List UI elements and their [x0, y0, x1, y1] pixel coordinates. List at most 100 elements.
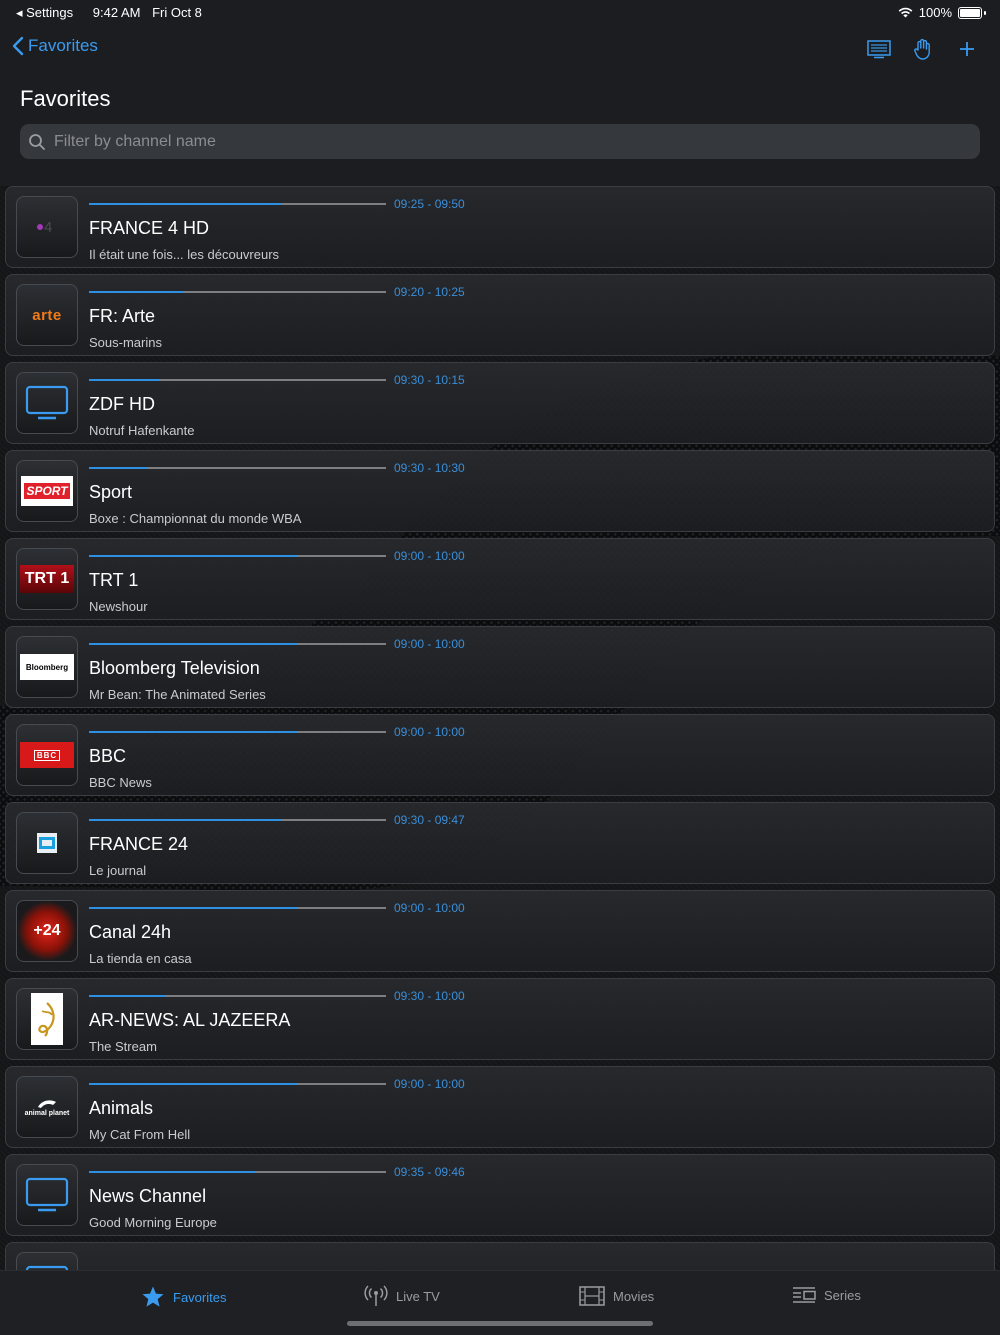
battery-icon [958, 6, 982, 19]
plus-icon [960, 42, 974, 56]
program-title: BBC News [89, 775, 152, 790]
progress-bar [89, 907, 386, 909]
epg-list-button[interactable] [866, 36, 892, 62]
program-title: Sous-marins [89, 335, 162, 350]
canal24h-logo: +24 [16, 900, 78, 962]
tab-live-tv-label: Live TV [396, 1288, 440, 1304]
channel-row[interactable]: TRT 1 09:00 - 10:00 TRT 1 Newshour [5, 538, 995, 620]
channel-row[interactable]: 4 09:25 - 09:50 FRANCE 4 HD Il était une… [5, 186, 995, 268]
tab-favorites[interactable]: Favorites [141, 1285, 226, 1309]
canal24h-logo-text: +24 [33, 922, 61, 939]
film-icon [579, 1286, 605, 1306]
bbc-logo-text: BBC [33, 749, 61, 761]
bloomberg-logo-text: Bloomberg [25, 662, 69, 672]
france24-logo [16, 812, 78, 874]
tab-movies[interactable]: Movies [579, 1285, 654, 1307]
reorder-button[interactable] [910, 36, 936, 62]
channel-row[interactable]: +24 09:00 - 10:00 Canal 24h La tienda en… [5, 890, 995, 972]
channel-name: FRANCE 24 [89, 834, 189, 854]
channel-name: Animals [89, 1098, 154, 1118]
progress-bar [89, 379, 386, 381]
svg-text:4: 4 [44, 219, 52, 236]
channel-row[interactable]: 09:30 - 10:00 AR-NEWS: AL JAZEERA The St… [5, 978, 995, 1060]
airtime: 09:00 - 10:00 [394, 549, 465, 563]
channel-row[interactable]: 09:35 - 09:46 News Channel Good Morning … [5, 1154, 995, 1236]
tab-series[interactable]: Series [792, 1285, 861, 1305]
channel-row[interactable]: 09:30 - 10:15 ZDF HD Notruf Hafenkante [5, 362, 995, 444]
airtime: 09:20 - 10:25 [394, 285, 465, 299]
progress-bar [89, 1171, 386, 1173]
program-title: Boxe : Championnat du monde WBA [89, 511, 302, 526]
arte-logo: arte [16, 284, 78, 346]
airtime: 09:25 - 09:50 [394, 197, 465, 211]
channel-row[interactable]: 09:30 - 09:47 FRANCE 24 Le journal [5, 802, 995, 884]
airtime: 09:00 - 10:00 [394, 1077, 465, 1091]
airtime: 09:30 - 10:15 [394, 373, 465, 387]
program-title: Mr Bean: The Animated Series [89, 687, 266, 702]
back-to-app[interactable]: ◂ Settings [16, 5, 81, 20]
airtime: 09:30 - 10:30 [394, 461, 465, 475]
tab-series-label: Series [824, 1287, 861, 1303]
airtime: 09:00 - 10:00 [394, 725, 465, 739]
back-button[interactable]: Favorites [12, 36, 98, 56]
battery-percent: 100% [918, 5, 952, 20]
back-app-label: Settings [26, 5, 74, 20]
progress-bar [89, 467, 386, 469]
program-title: My Cat From Hell [89, 1127, 191, 1142]
channel-row[interactable]: arte 09:20 - 10:25 FR: Arte Sous-marins [5, 274, 995, 356]
tab-live-tv[interactable]: Live TV [364, 1285, 440, 1307]
progress-bar [89, 731, 386, 733]
progress-bar [89, 819, 386, 821]
channel-row[interactable]: animal planet 09:00 - 10:00 Animals My C… [5, 1066, 995, 1148]
channel-name: News Channel [89, 1186, 207, 1206]
status-time: 9:42 AM [92, 5, 141, 20]
search-input[interactable] [52, 131, 956, 152]
channel-row[interactable]: Bloomberg 09:00 - 10:00 Bloomberg Televi… [5, 626, 995, 708]
add-button[interactable] [954, 36, 980, 62]
tv-icon [16, 1252, 78, 1270]
program-title: Le journal [89, 863, 147, 878]
search-bar[interactable] [20, 124, 980, 159]
channel-list[interactable]: 4 09:25 - 09:50 FRANCE 4 HD Il était une… [0, 186, 1000, 1270]
channel-name: AR-NEWS: AL JAZEERA [89, 1010, 291, 1030]
tv-icon [16, 1164, 78, 1226]
status-left: ◂ Settings 9:42 AM Fri Oct 8 [16, 5, 210, 21]
animal-planet-logo: animal planet [16, 1076, 78, 1138]
status-bar: ◂ Settings 9:42 AM Fri Oct 8 100% [0, 0, 1000, 24]
channel-name: FRANCE 4 HD [89, 218, 210, 238]
animal-planet-logo-text: animal planet [24, 1109, 70, 1117]
progress-bar [89, 555, 386, 557]
hand-icon [914, 38, 930, 60]
trt1-logo-text: TRT 1 [24, 570, 70, 587]
airtime: 09:30 - 09:47 [394, 813, 465, 827]
program-title: The Stream [89, 1039, 157, 1054]
channel-name: BBC [89, 746, 127, 766]
page-title: Favorites [20, 86, 111, 111]
back-button-label: Favorites [28, 36, 98, 55]
tab-movies-label: Movies [613, 1288, 655, 1304]
france4-logo: 4 [16, 196, 78, 258]
search-icon [29, 133, 45, 150]
channel-name: Bloomberg Television [89, 658, 260, 678]
tab-favorites-label: Favorites [173, 1289, 227, 1305]
wifi-icon [898, 7, 913, 18]
progress-bar [89, 643, 386, 645]
home-indicator[interactable] [347, 1321, 653, 1326]
airtime: 09:35 - 09:46 [394, 1165, 465, 1179]
sport-logo-text: SPORT [24, 483, 70, 499]
program-title: Good Morning Europe [89, 1215, 217, 1230]
chevron-left-icon [12, 36, 24, 56]
status-date: Fri Oct 8 [152, 5, 202, 20]
channel-row[interactable]: BBC 09:00 - 10:00 BBC BBC News [5, 714, 995, 796]
channel-row[interactable]: SPORT 09:30 - 10:30 Sport Boxe : Champio… [5, 450, 995, 532]
bloomberg-logo: Bloomberg [16, 636, 78, 698]
star-icon [142, 1286, 164, 1307]
channel-row-partial[interactable] [5, 1242, 995, 1270]
tv-icon [16, 372, 78, 434]
list-screen-icon [867, 40, 891, 59]
channel-name: FR: Arte [89, 306, 156, 326]
progress-bar [89, 1083, 386, 1085]
channel-name: Sport [89, 482, 133, 502]
program-title: Il était une fois... les découvreurs [89, 247, 280, 262]
channel-name: ZDF HD [89, 394, 155, 414]
